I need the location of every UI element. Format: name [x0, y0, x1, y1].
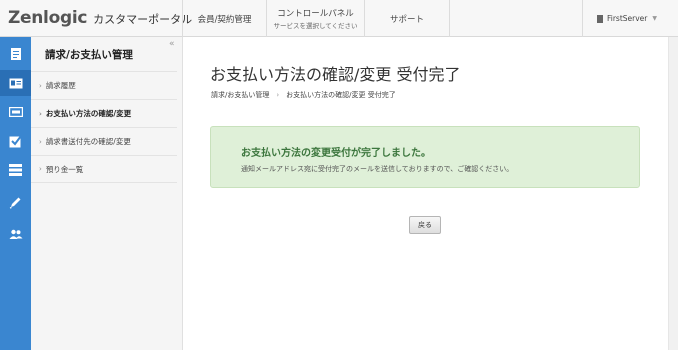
main-content: お支払い方法の確認/変更 受付完了 請求/お支払い管理 › お支払い方法の確認/… [183, 37, 668, 350]
alert-title: お支払い方法の変更受付が完了しました。 [241, 148, 431, 159]
breadcrumb-item-billing[interactable]: 請求/お支払い管理 [211, 90, 269, 100]
breadcrumb-item-current: お支払い方法の確認/変更 受付完了 [286, 91, 396, 99]
card-icon [8, 107, 23, 117]
rail-id-card[interactable] [0, 70, 31, 96]
chevron-right-icon: › [39, 137, 42, 146]
nav-member-contract-label: 会員/契約管理 [197, 14, 252, 25]
icon-rail [0, 37, 31, 350]
breadcrumb: 請求/お支払い管理 › お支払い方法の確認/変更 受付完了 [211, 90, 396, 100]
chevron-right-icon: › [39, 81, 42, 90]
sidebar: « 請求/お支払い管理 › 請求履歴 › お支払い方法の確認/変更 › 請求書送… [31, 37, 183, 350]
alert-message: 通知メールアドレス宛に受付完了のメールを送信しておりますので、ご確認ください。 [241, 165, 514, 173]
chevron-right-icon: › [39, 109, 42, 118]
rail-pencil[interactable] [0, 189, 31, 215]
page-title: お支払い方法の確認/変更 受付完了 [210, 65, 461, 84]
user-name: FirstServer [607, 14, 648, 23]
collapse-icon[interactable]: « [169, 39, 175, 49]
chevron-right-icon: › [39, 165, 42, 173]
nav-control-panel-sub: サービスを選択してください [273, 22, 358, 30]
sidebar-item-invoice-address[interactable]: › 請求書送付先の確認/変更 [31, 127, 177, 155]
nav-member-contract[interactable]: 会員/契約管理 [182, 0, 266, 37]
sidebar-item-label: 請求書送付先の確認/変更 [45, 137, 131, 146]
id-card-icon [9, 78, 22, 88]
user-menu[interactable]: FirstServer ▼ [582, 0, 678, 37]
nav-support[interactable]: サポート [364, 0, 450, 37]
document-icon [10, 48, 21, 60]
checkbox-icon [9, 134, 22, 147]
chevron-right-icon: › [276, 91, 280, 99]
pencil-icon [9, 197, 21, 209]
success-alert: お支払い方法の変更受付が完了しました。 通知メールアドレス宛に受付完了のメールを… [210, 126, 640, 188]
nav-control-panel-label: コントロールパネル [277, 9, 354, 19]
logo-text: Zenlogic [8, 8, 88, 28]
back-button[interactable]: 戻る [409, 216, 441, 234]
sidebar-item-payment-method[interactable]: › お支払い方法の確認/変更 [31, 99, 177, 127]
server-icon [9, 164, 22, 176]
sidebar-list: › 請求履歴 › お支払い方法の確認/変更 › 請求書送付先の確認/変更 › 預… [31, 71, 183, 183]
sidebar-item-label: お支払い方法の確認/変更 [45, 109, 132, 118]
sidebar-item-billing-history[interactable]: › 請求履歴 [31, 71, 177, 99]
sidebar-item-deposits[interactable]: › 預り金一覧 [31, 155, 177, 183]
building-icon [597, 14, 603, 23]
logo-subtitle: カスタマーポータル [93, 13, 193, 26]
rail-card[interactable] [0, 99, 31, 125]
users-icon [9, 229, 22, 239]
top-header: Zenlogic カスタマーポータル 会員/契約管理 コントロールパネル サービ… [0, 0, 678, 37]
rail-document[interactable] [0, 41, 31, 67]
sidebar-title: 請求/お支払い管理 [45, 49, 133, 61]
rail-server[interactable] [0, 157, 31, 183]
scrollbar[interactable] [668, 37, 678, 350]
nav-control-panel[interactable]: コントロールパネル サービスを選択してください [266, 0, 364, 37]
chevron-down-icon: ▼ [652, 15, 658, 22]
rail-checkbox[interactable] [0, 128, 31, 154]
rail-users[interactable] [0, 221, 31, 247]
sidebar-item-label: 預り金一覧 [45, 164, 84, 174]
nav-support-label: サポート [389, 14, 424, 25]
sidebar-item-label: 請求履歴 [45, 81, 76, 90]
logo[interactable]: Zenlogic カスタマーポータル [8, 8, 192, 28]
